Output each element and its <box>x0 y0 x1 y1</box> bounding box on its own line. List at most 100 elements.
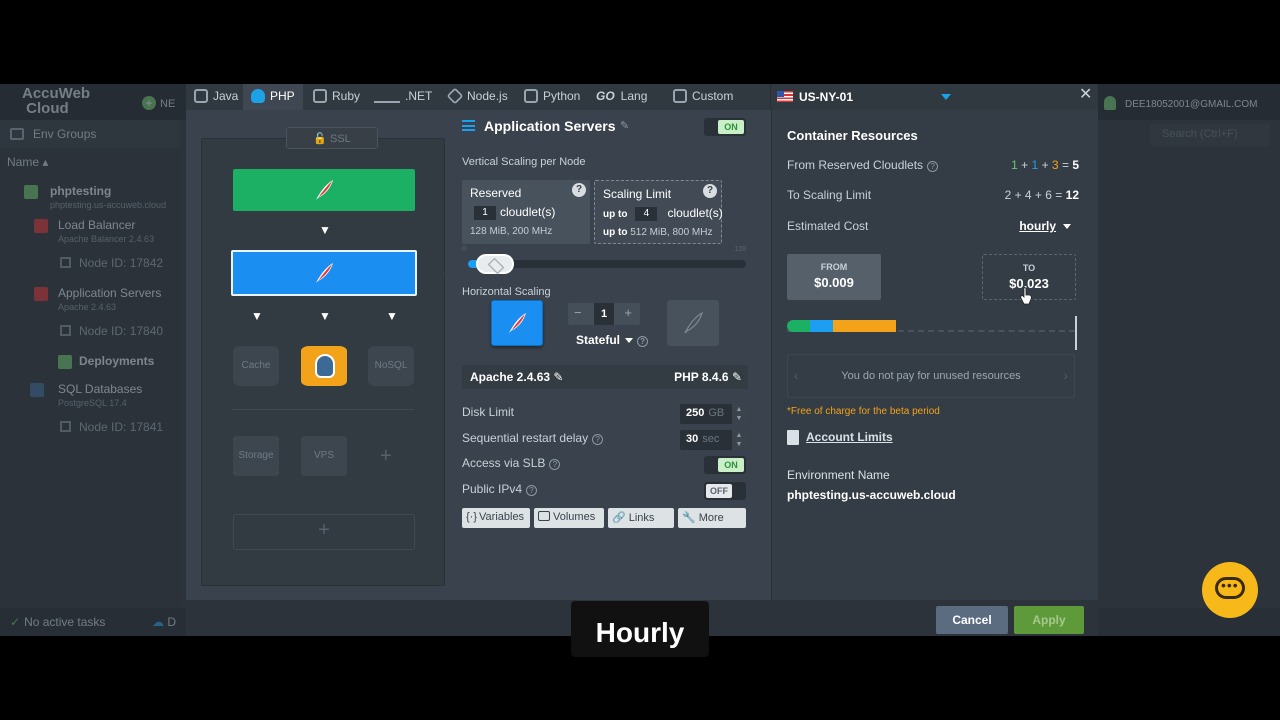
add-node-placeholder[interactable] <box>667 300 719 346</box>
search-input[interactable]: Search (Ctrl+F) <box>1150 124 1270 146</box>
tree-item-app-servers[interactable]: Application Servers Apache 2.4.63 <box>0 282 180 316</box>
cloudlet-slider[interactable]: 0 128 <box>462 246 746 274</box>
region-selector[interactable]: US-NY-01 <box>771 84 1098 110</box>
tab-ruby[interactable]: Ruby <box>313 84 360 110</box>
spinner-icon[interactable]: ▲ ▼ <box>732 430 746 450</box>
new-environment-button[interactable]: + NE <box>142 96 175 110</box>
node-count-stepper[interactable]: − 1 + <box>568 303 640 325</box>
cost-bar-segment <box>810 320 834 332</box>
apache-version-label: Apache 2.4.63 <box>470 370 551 384</box>
restart-delay-input[interactable]: 30 sec ▲ ▼ <box>680 430 746 450</box>
apply-button[interactable]: Apply <box>1014 606 1084 634</box>
from-reserved-value: 1 + 1 + 3 = 5 <box>1011 158 1079 172</box>
apache-version[interactable]: Apache 2.4.63 ✎ <box>470 370 563 384</box>
menu-icon[interactable] <box>462 120 475 131</box>
name-header-label: Name <box>7 155 40 169</box>
postgresql-elephant-icon <box>315 354 335 378</box>
scaling-mode-dropdown[interactable]: Stateful? <box>576 333 649 347</box>
bottom-tab[interactable]: ☁ D <box>152 615 176 629</box>
screen: AccuWeb Cloud + NE DEE18052001@GMAIL.COM … <box>0 84 1280 636</box>
wizard-body: 🔓 SSL ▼ ▼ ▼ ▼ Cache NoSQL Storage VPS + <box>186 110 1098 600</box>
ipv4-toggle[interactable]: OFF <box>704 482 746 500</box>
tab-label: Custom <box>692 89 734 103</box>
tab-golang[interactable]: GO Lang <box>596 84 647 110</box>
cost-from-label: FROM <box>820 262 848 272</box>
application-server-node[interactable] <box>231 250 417 296</box>
postgresql-node[interactable] <box>301 346 347 386</box>
slb-toggle[interactable]: ON <box>704 456 746 474</box>
load-balancer-node[interactable] <box>233 169 415 211</box>
help-icon[interactable]: ? <box>927 161 939 172</box>
cancel-button[interactable]: Cancel <box>936 606 1008 634</box>
plus-icon[interactable]: + <box>624 305 632 320</box>
environment-name-value[interactable]: phptesting.us-accuweb.cloud <box>787 488 956 502</box>
help-icon[interactable]: ? <box>703 184 717 198</box>
disk-value: 250 <box>686 407 705 419</box>
apache-feather-icon <box>316 180 333 200</box>
reserved-input[interactable]: 1 <box>474 206 496 220</box>
tree-item-deployments[interactable]: Deployments <box>0 350 180 378</box>
tab-label: Ruby <box>332 89 361 103</box>
resources-title: Container Resources <box>787 128 918 143</box>
tree-item-node[interactable]: Node ID: 17840 <box>0 316 180 350</box>
chat-button[interactable] <box>1202 562 1258 618</box>
slider-handle[interactable] <box>475 254 514 274</box>
from-reserved-label: From Reserved Cloudlets <box>787 158 924 172</box>
spinner-icon[interactable]: ▲ ▼ <box>732 404 746 424</box>
env-groups[interactable]: Env Groups <box>0 120 180 148</box>
to-limit-value: 2 + 4 + 6 = 12 <box>1005 188 1079 202</box>
node-count-value[interactable]: 1 <box>594 303 614 325</box>
vps-slot[interactable]: VPS <box>301 436 347 476</box>
help-icon[interactable]: ? <box>526 485 538 496</box>
tab-java[interactable]: Java <box>194 84 238 110</box>
period-dropdown[interactable]: hourly <box>1019 219 1071 233</box>
tree-item-node[interactable]: Node ID: 17841 <box>0 412 180 446</box>
restart-delay-row: Sequential restart delay? <box>462 431 604 445</box>
dotnet-icon <box>374 89 400 103</box>
tab-nodejs[interactable]: Node.js <box>446 84 508 110</box>
env-name: phptesting <box>50 184 112 198</box>
add-layer-button[interactable]: + <box>233 514 415 550</box>
minus-icon[interactable]: − <box>574 305 582 320</box>
disk-limit-input[interactable]: 250 GB ▲ ▼ <box>680 404 746 424</box>
layer-toggle[interactable]: ON <box>704 118 746 136</box>
name-column-header[interactable]: Name ▴ <box>0 152 180 172</box>
help-icon[interactable]: ? <box>549 459 561 470</box>
php-version[interactable]: PHP 8.4.6 ✎ <box>674 370 742 384</box>
node-id: Node ID: 17841 <box>79 420 164 434</box>
tab-python[interactable]: Python <box>524 84 580 110</box>
tree-item-node[interactable]: Node ID: 17842 <box>0 248 180 282</box>
tab-custom[interactable]: Custom <box>673 84 733 110</box>
variables-button[interactable]: {·} Variables <box>462 508 530 528</box>
tab-label: Java <box>213 89 239 103</box>
from-part: 1 <box>1011 158 1018 172</box>
account-limits-link[interactable]: Account Limits <box>787 430 893 445</box>
node-id: Node ID: 17840 <box>79 324 164 338</box>
node-instance[interactable] <box>491 300 543 346</box>
volumes-button[interactable]: Volumes <box>534 508 604 528</box>
ssl-button[interactable]: 🔓 SSL <box>286 127 378 149</box>
more-button[interactable]: 🔧 More <box>678 508 746 528</box>
sql-name: SQL Databases <box>58 382 143 396</box>
cache-slot[interactable]: Cache <box>233 346 279 386</box>
tab-dotnet[interactable]: .NET <box>374 84 432 110</box>
limit-input[interactable]: 4 <box>635 207 658 221</box>
cost-bar-segment <box>833 320 897 332</box>
links-button[interactable]: 🔗 Links <box>608 508 674 528</box>
user-menu[interactable]: DEE18052001@GMAIL.COM <box>1098 84 1280 120</box>
help-icon[interactable]: ? <box>592 434 604 445</box>
reserved-box: Reserved ? 1 cloudlet(s) 128 MiB, 200 MHz <box>462 180 590 244</box>
tree-item-load-balancer[interactable]: Load Balancer Apache Balancer 2.4.63 <box>0 214 180 248</box>
close-icon[interactable]: ✕ <box>1079 84 1092 104</box>
tree-item-env[interactable]: phptesting phptesting.us-accuweb.cloud <box>0 180 180 214</box>
pencil-icon[interactable]: ✎ <box>620 119 629 132</box>
tab-php[interactable]: PHP <box>243 84 303 110</box>
nosql-slot[interactable]: NoSQL <box>368 346 414 386</box>
tasks-status[interactable]: ✓ No active tasks <box>10 615 105 629</box>
help-icon[interactable]: ? <box>572 183 586 197</box>
tree-item-sql[interactable]: SQL Databases PostgreSQL 17.4 <box>0 378 180 412</box>
help-icon[interactable]: ? <box>637 336 649 347</box>
storage-slot[interactable]: Storage <box>233 436 279 476</box>
from-total: 5 <box>1072 158 1079 172</box>
add-node-icon[interactable]: + <box>380 445 392 468</box>
